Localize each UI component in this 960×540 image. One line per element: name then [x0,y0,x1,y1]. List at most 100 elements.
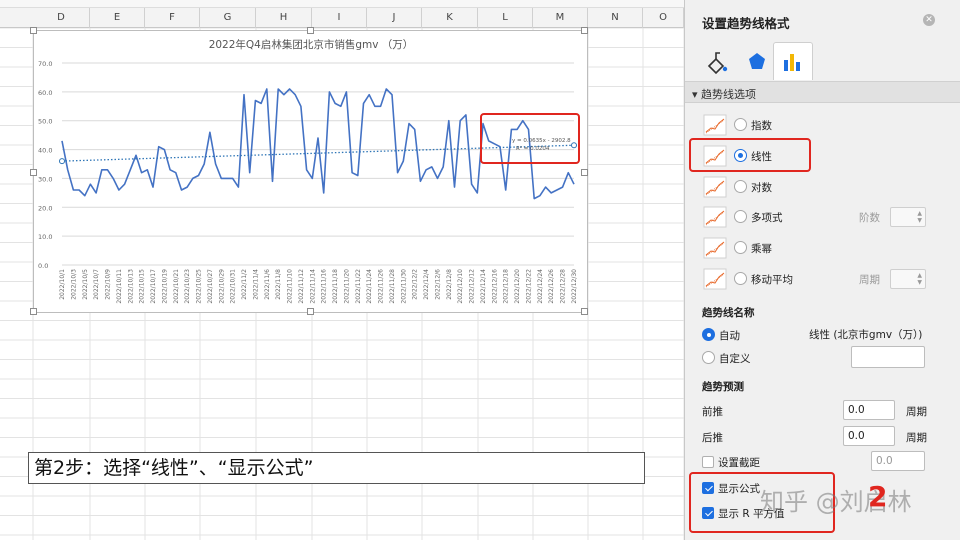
trendline-option-stepper[interactable]: ▲ ▼ [890,207,926,227]
backward-unit: 周期 [906,432,927,444]
column-header-n[interactable]: N [588,8,643,28]
x-tick-label: 2022/11/10 [287,269,294,304]
name-section-label: 趋势线名称 [702,307,755,319]
trendline-type-icon [703,206,727,228]
x-tick-label: 2022/10/3 [70,269,77,300]
close-icon[interactable]: ✕ [923,14,935,26]
x-tick-label: 2022/10/23 [184,269,191,304]
x-tick-label: 2022/12/18 [503,269,510,304]
format-trendline-panel: 设置趋势线格式 ✕ ▾ 趋势线选项 指数 线性 对数 多项式 阶数 ▲ ▼ 乘幂 移动平均 周期 ▲… [684,0,960,540]
trendline-start-handle[interactable] [59,158,65,165]
trendline-type-icon [703,268,727,290]
trendline-type-icon [703,237,727,259]
x-tick-label: 2022/11/18 [332,269,339,304]
forward-input[interactable]: 0.0 [843,400,895,420]
chart-resize-handle[interactable] [30,27,37,34]
highlight-trend-equation [480,113,580,164]
intercept-input[interactable]: 0.0 [871,451,925,471]
column-header-e[interactable]: E [90,8,145,28]
x-tick-label: 2022/11/30 [400,269,407,304]
trendline-option-extra-label: 阶数 [859,212,880,224]
column-header-j[interactable]: J [367,8,422,28]
x-tick-label: 2022/12/12 [469,269,476,304]
name-custom-radio[interactable] [702,351,715,364]
name-custom-label: 自定义 [719,353,751,365]
column-header-f[interactable]: F [145,8,200,28]
x-tick-label: 2022/12/2 [412,269,419,300]
x-tick-label: 2022/12/16 [491,269,498,304]
x-tick-label: 2022/10/19 [161,269,168,304]
name-auto-radio[interactable] [702,328,715,341]
x-tick-label: 2022/10/27 [207,269,214,304]
bar-chart-icon[interactable] [776,44,810,78]
trendline-option-3[interactable]: 多项式 阶数 ▲ ▼ [703,206,943,228]
x-tick-label: 2022/11/8 [275,269,282,300]
chart-resize-handle[interactable] [581,169,588,176]
line-chart[interactable]: 2022年Q4启林集团北京市销售gmv （万） 0.0 10.0 20.0 30.0 40… [30,27,588,315]
x-tick-label: 2022/10/15 [139,269,146,304]
backward-label: 后推 [702,432,723,444]
x-tick-label: 2022/10/17 [150,269,157,304]
y-tick-label: 50.0 [38,118,52,126]
x-tick-label: 2022/10/9 [105,269,112,300]
y-tick-label: 0.0 [38,262,48,270]
y-tick-label: 60.0 [38,89,52,97]
section-trendline-options[interactable]: ▾ 趋势线选项 [685,81,960,103]
column-header-h[interactable]: H [256,8,312,28]
x-tick-label: 2022/12/26 [548,269,555,304]
trendline-option-extra-label: 周期 [859,274,880,286]
x-tick-label: 2022/12/24 [537,269,544,304]
x-tick-label: 2022/12/14 [480,269,487,304]
chart-title: 2022年Q4启林集团北京市销售gmv （万） [209,38,414,51]
trendline-option-0[interactable]: 指数 [703,114,943,136]
x-tick-label: 2022/10/5 [82,269,89,300]
trendline-type-icon [703,114,727,136]
x-tick-label: 2022/11/4 [252,269,259,300]
trendline-radio-3[interactable] [734,210,747,223]
column-header-i[interactable]: I [312,8,367,28]
chart-resize-handle[interactable] [307,27,314,34]
y-tick-label: 70.0 [38,60,52,68]
x-tick-label: 2022/10/1 [59,269,66,300]
trendline-option-5[interactable]: 移动平均 周期 ▲ ▼ [703,268,943,290]
trendline-radio-0[interactable] [734,118,747,131]
trendline-option-label: 乘幂 [751,243,772,255]
column-header-k[interactable]: K [422,8,478,28]
x-tick-label: 2022/10/29 [218,269,225,304]
chart-resize-handle[interactable] [307,308,314,315]
x-tick-label: 2022/10/25 [196,269,203,304]
trendline-option-label: 指数 [751,120,772,132]
x-tick-label: 2022/11/22 [355,269,362,304]
trendline-option-4[interactable]: 乘幂 [703,237,943,259]
trendline-option-stepper[interactable]: ▲ ▼ [890,269,926,289]
trendline-radio-5[interactable] [734,272,747,285]
panel-title: 设置趋势线格式 [702,16,790,31]
x-tick-label: 2022/12/28 [560,269,567,304]
x-tick-label: 2022/11/16 [321,269,328,304]
chart-resize-handle[interactable] [581,308,588,315]
x-tick-label: 2022/12/10 [457,269,464,304]
column-header-o[interactable]: O [643,8,684,28]
custom-name-input[interactable] [851,346,925,368]
chart-resize-handle[interactable] [30,169,37,176]
intercept-checkbox[interactable] [702,456,714,468]
trendline-radio-2[interactable] [734,180,747,193]
trendline-option-2[interactable]: 对数 [703,176,943,198]
chart-resize-handle[interactable] [581,27,588,34]
name-auto-value: 线性 (北京市gmv（万）) [809,329,923,341]
forward-unit: 周期 [906,406,927,418]
column-header-l[interactable]: L [478,8,533,28]
y-tick-label: 10.0 [38,233,52,241]
backward-input[interactable]: 0.0 [843,426,895,446]
trendline-option-label: 对数 [751,182,772,194]
x-tick-label: 2022/12/22 [526,269,533,304]
trendline-radio-4[interactable] [734,241,747,254]
x-tick-label: 2022/10/31 [230,269,237,304]
fill-line-icon[interactable] [699,44,733,78]
x-tick-label: 2022/12/6 [435,269,442,300]
effects-pentagon-icon[interactable] [740,44,774,78]
column-header-d[interactable]: D [33,8,90,28]
chart-resize-handle[interactable] [30,308,37,315]
column-header-m[interactable]: M [533,8,588,28]
column-header-g[interactable]: G [200,8,256,28]
